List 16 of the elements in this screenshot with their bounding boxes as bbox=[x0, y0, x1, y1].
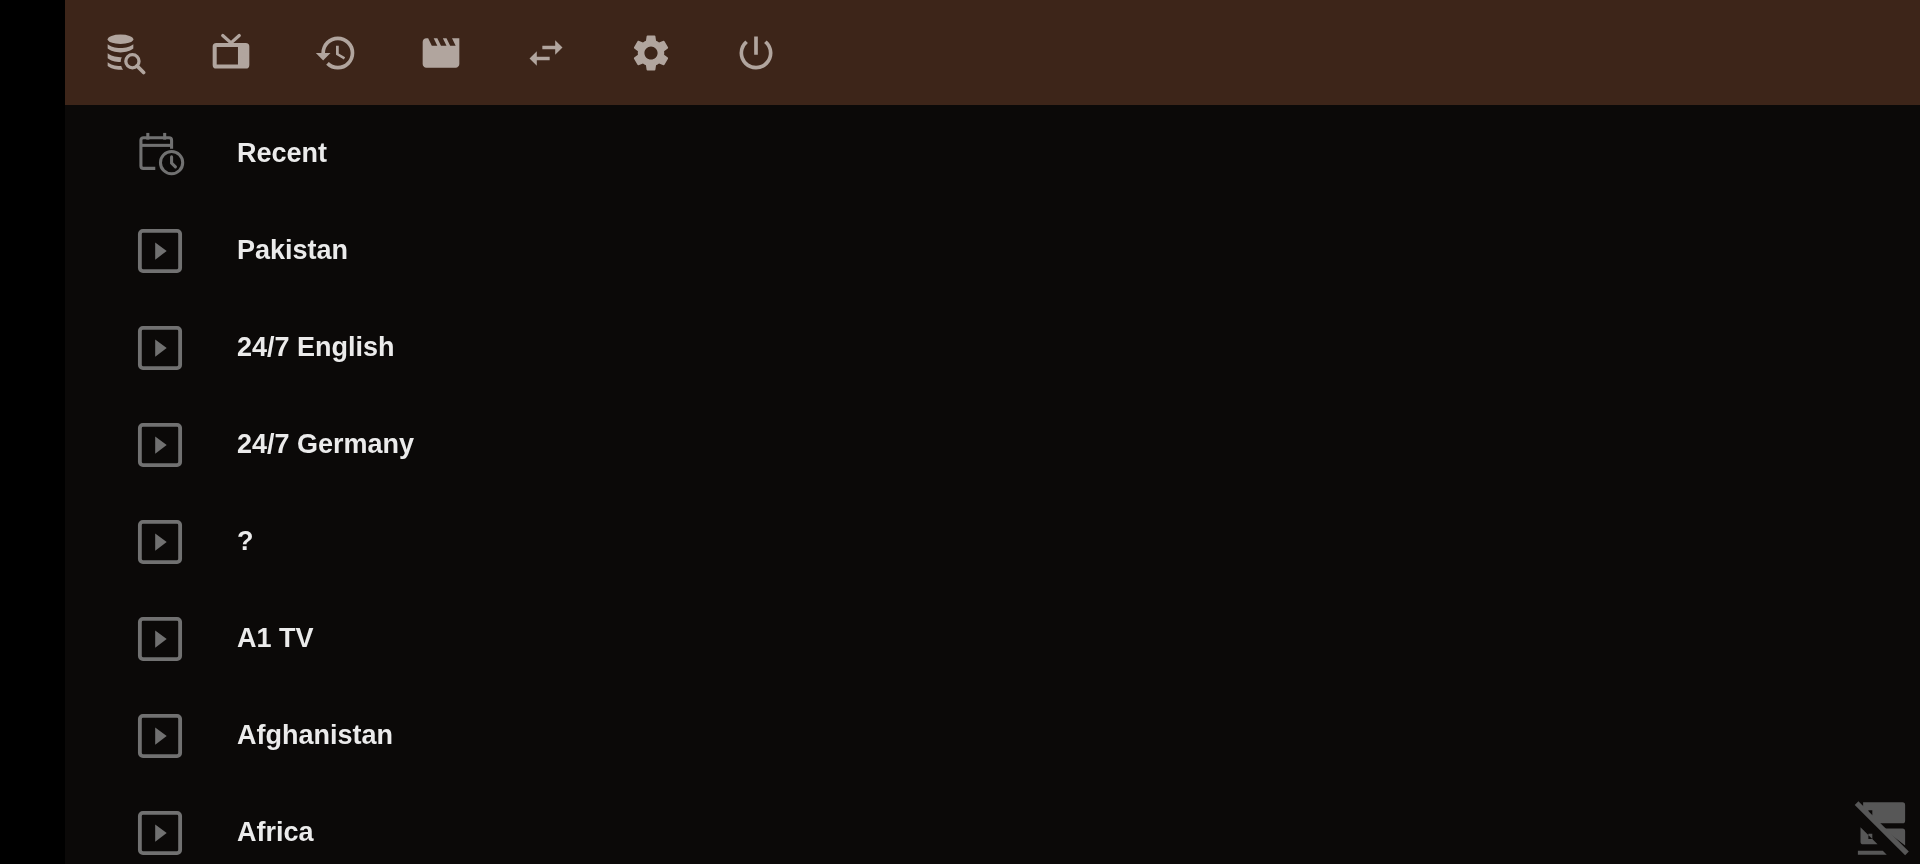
category-item[interactable]: Recent bbox=[137, 105, 328, 202]
category-item[interactable]: ? bbox=[137, 493, 254, 590]
play-box-icon bbox=[137, 421, 183, 468]
play-box-icon bbox=[137, 324, 183, 371]
play-box-icon bbox=[137, 227, 183, 274]
play-box-icon bbox=[137, 809, 183, 856]
calendar-clock-icon bbox=[137, 130, 187, 177]
category-item[interactable]: Africa bbox=[137, 784, 314, 864]
play-box-icon bbox=[137, 712, 183, 759]
category-item[interactable]: Pakistan bbox=[137, 202, 349, 299]
category-item[interactable]: A1 TV bbox=[137, 590, 314, 687]
play-box-icon bbox=[137, 518, 183, 565]
play-box-icon bbox=[137, 615, 183, 662]
category-item[interactable]: 24/7 Germany bbox=[137, 396, 415, 493]
category-item[interactable]: Afghanistan bbox=[137, 687, 393, 784]
category-item[interactable]: 24/7 English bbox=[137, 299, 395, 396]
